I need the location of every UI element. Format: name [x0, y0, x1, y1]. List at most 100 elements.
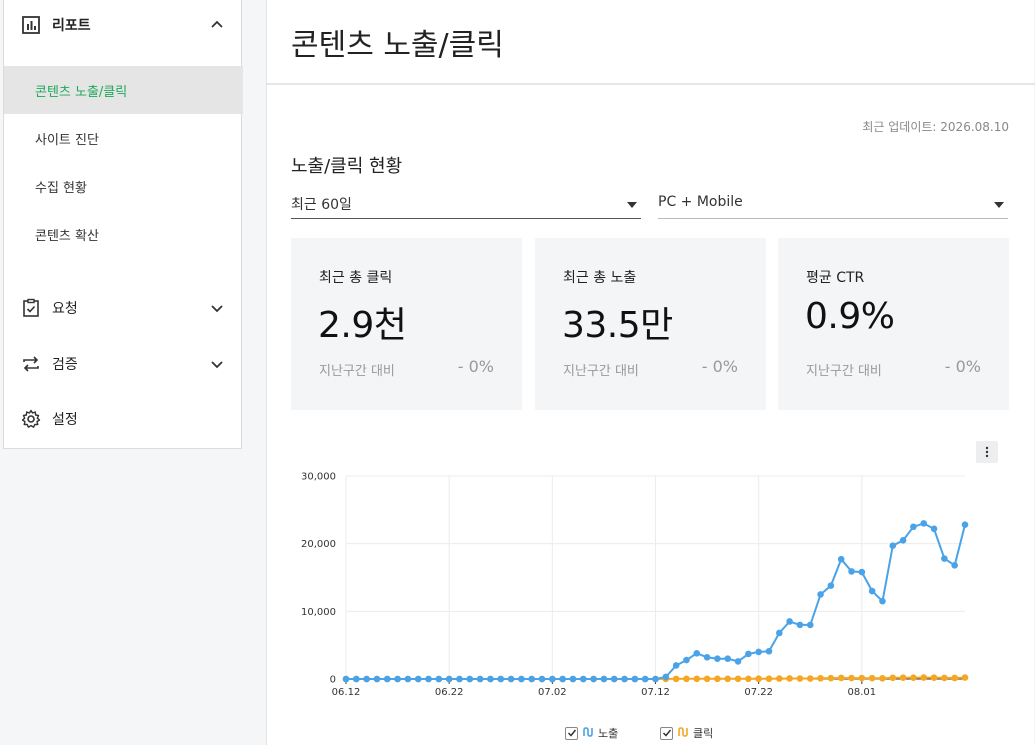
chevron-down-icon[interactable]: [209, 356, 225, 372]
data-point-impressions: [683, 656, 690, 664]
stat-card-clicks: 최근 총 클릭 2.9천 지난구간 대비 - 0%: [291, 238, 522, 410]
data-point-impressions: [383, 675, 391, 683]
data-point-impressions: [590, 675, 597, 683]
data-point-clicks: [786, 675, 793, 682]
sidebar-section-label: 검증: [52, 357, 78, 373]
chevron-up-icon[interactable]: [209, 17, 225, 33]
x-tick-label: 07.12: [641, 687, 670, 698]
chart-more-options-button[interactable]: [976, 441, 998, 463]
data-point-impressions: [920, 520, 928, 527]
data-point-clicks: [776, 675, 783, 682]
data-point-clicks: [930, 674, 938, 681]
data-point-clicks: [714, 675, 721, 683]
data-point-clicks: [868, 674, 876, 682]
stat-delta: - 0%: [944, 357, 981, 376]
data-point-clicks: [837, 674, 845, 682]
data-point-impressions: [848, 568, 855, 575]
data-point-clicks: [941, 674, 948, 682]
data-point-impressions: [889, 542, 897, 549]
x-tick-label: 08.01: [848, 687, 877, 698]
stat-compare-label: 지난구간 대비: [319, 364, 395, 379]
vertical-dots-icon: [985, 446, 989, 458]
stat-card-impressions: 최근 총 노출 33.5만 지난구간 대비 - 0%: [535, 238, 766, 410]
legend-label: 클릭: [693, 727, 714, 740]
data-point-clicks: [806, 675, 814, 682]
checkbox-checked-icon: [565, 726, 578, 740]
sidebar-item-content-spread[interactable]: 콘텐츠 확산: [4, 210, 243, 258]
data-point-impressions: [404, 675, 412, 683]
sidebar-section-settings[interactable]: 설정: [4, 394, 243, 444]
stat-card-ctr: 평균 CTR 0.9% 지난구간 대비 - 0%: [778, 238, 1009, 410]
data-point-impressions: [507, 675, 515, 683]
data-point-impressions: [394, 675, 401, 683]
data-point-clicks: [765, 675, 773, 683]
stat-label: 최근 총 노출: [563, 270, 637, 286]
data-point-impressions: [528, 675, 535, 683]
legend-item-clicks[interactable]: 클릭: [660, 725, 713, 741]
data-point-clicks: [899, 674, 907, 682]
page-title: 콘텐츠 노출/클릭: [291, 28, 504, 63]
data-point-impressions: [559, 675, 566, 683]
data-point-impressions: [827, 582, 835, 589]
data-point-impressions: [755, 648, 762, 656]
data-point-clicks: [920, 674, 928, 681]
line-chart: 0 10,000 20,000 30,000 06.12 06.22 07.02 07.12 0…: [301, 472, 969, 698]
data-point-impressions: [641, 675, 649, 683]
data-point-clicks: [672, 675, 680, 683]
stat-compare-label: 지난구간 대비: [806, 364, 882, 379]
sidebar-section-request[interactable]: 요청: [4, 283, 243, 333]
sidebar-item-content-exposure[interactable]: 콘텐츠 노출/클릭: [4, 66, 243, 114]
chevron-down-icon[interactable]: [209, 300, 225, 316]
data-point-impressions: [672, 662, 680, 669]
data-point-impressions: [538, 675, 546, 683]
sidebar-item-collection-status[interactable]: 수집 현황: [4, 162, 243, 210]
legend-label: 노출: [598, 727, 619, 740]
data-point-clicks: [683, 675, 690, 683]
data-point-impressions: [425, 675, 432, 683]
data-point-impressions: [652, 675, 659, 683]
data-point-impressions: [714, 655, 721, 662]
data-point-impressions: [806, 621, 814, 629]
sidebar-section-label: 요청: [52, 301, 78, 317]
wave-line-icon: [582, 726, 594, 741]
sidebar-section-verify[interactable]: 검증: [4, 339, 243, 389]
x-tick-label: 06.22: [435, 687, 464, 698]
data-point-clicks: [827, 674, 835, 682]
caret-down-icon: [627, 202, 637, 208]
data-point-impressions: [899, 536, 907, 544]
clipboard-check-icon: [20, 297, 42, 319]
period-select-value: 최근 60일: [291, 197, 352, 213]
data-point-impressions: [765, 647, 773, 655]
data-point-impressions: [879, 597, 886, 605]
data-point-clicks: [910, 674, 917, 681]
data-point-impressions: [910, 523, 917, 531]
y-tick-label: 30,000: [301, 472, 336, 483]
wave-line-icon: [677, 726, 689, 741]
period-select[interactable]: 최근 60일: [291, 191, 641, 219]
data-point-impressions: [353, 675, 360, 683]
caret-down-icon: [994, 202, 1004, 208]
data-point-impressions: [549, 675, 556, 683]
stat-value: 0.9%: [805, 296, 895, 337]
data-point-clicks: [724, 675, 732, 683]
data-point-clicks: [879, 675, 886, 682]
data-point-impressions: [497, 675, 505, 683]
sidebar-section-report[interactable]: 리포트: [4, 0, 243, 50]
data-point-impressions: [631, 675, 639, 683]
data-point-clicks: [755, 675, 762, 683]
sidebar: 리포트 콘텐츠 노출/클릭 사이트 진단 수집 현황 콘텐츠 확산 요청 검증 …: [3, 0, 243, 449]
legend-item-impressions[interactable]: 노출: [565, 725, 618, 741]
stat-compare-label: 지난구간 대비: [563, 364, 639, 379]
data-point-impressions: [930, 525, 938, 533]
swap-arrows-icon: [20, 353, 42, 375]
data-point-impressions: [703, 654, 711, 661]
data-point-impressions: [724, 655, 732, 662]
y-tick-label: 0: [330, 675, 336, 686]
data-point-impressions: [941, 555, 948, 562]
title-divider: [267, 83, 1035, 85]
sidebar-item-site-diagnosis[interactable]: 사이트 진단: [4, 114, 243, 162]
stat-delta: - 0%: [701, 357, 738, 376]
device-select[interactable]: PC + Mobile: [658, 191, 1008, 219]
data-point-clicks: [796, 675, 804, 682]
data-point-impressions: [363, 675, 370, 683]
